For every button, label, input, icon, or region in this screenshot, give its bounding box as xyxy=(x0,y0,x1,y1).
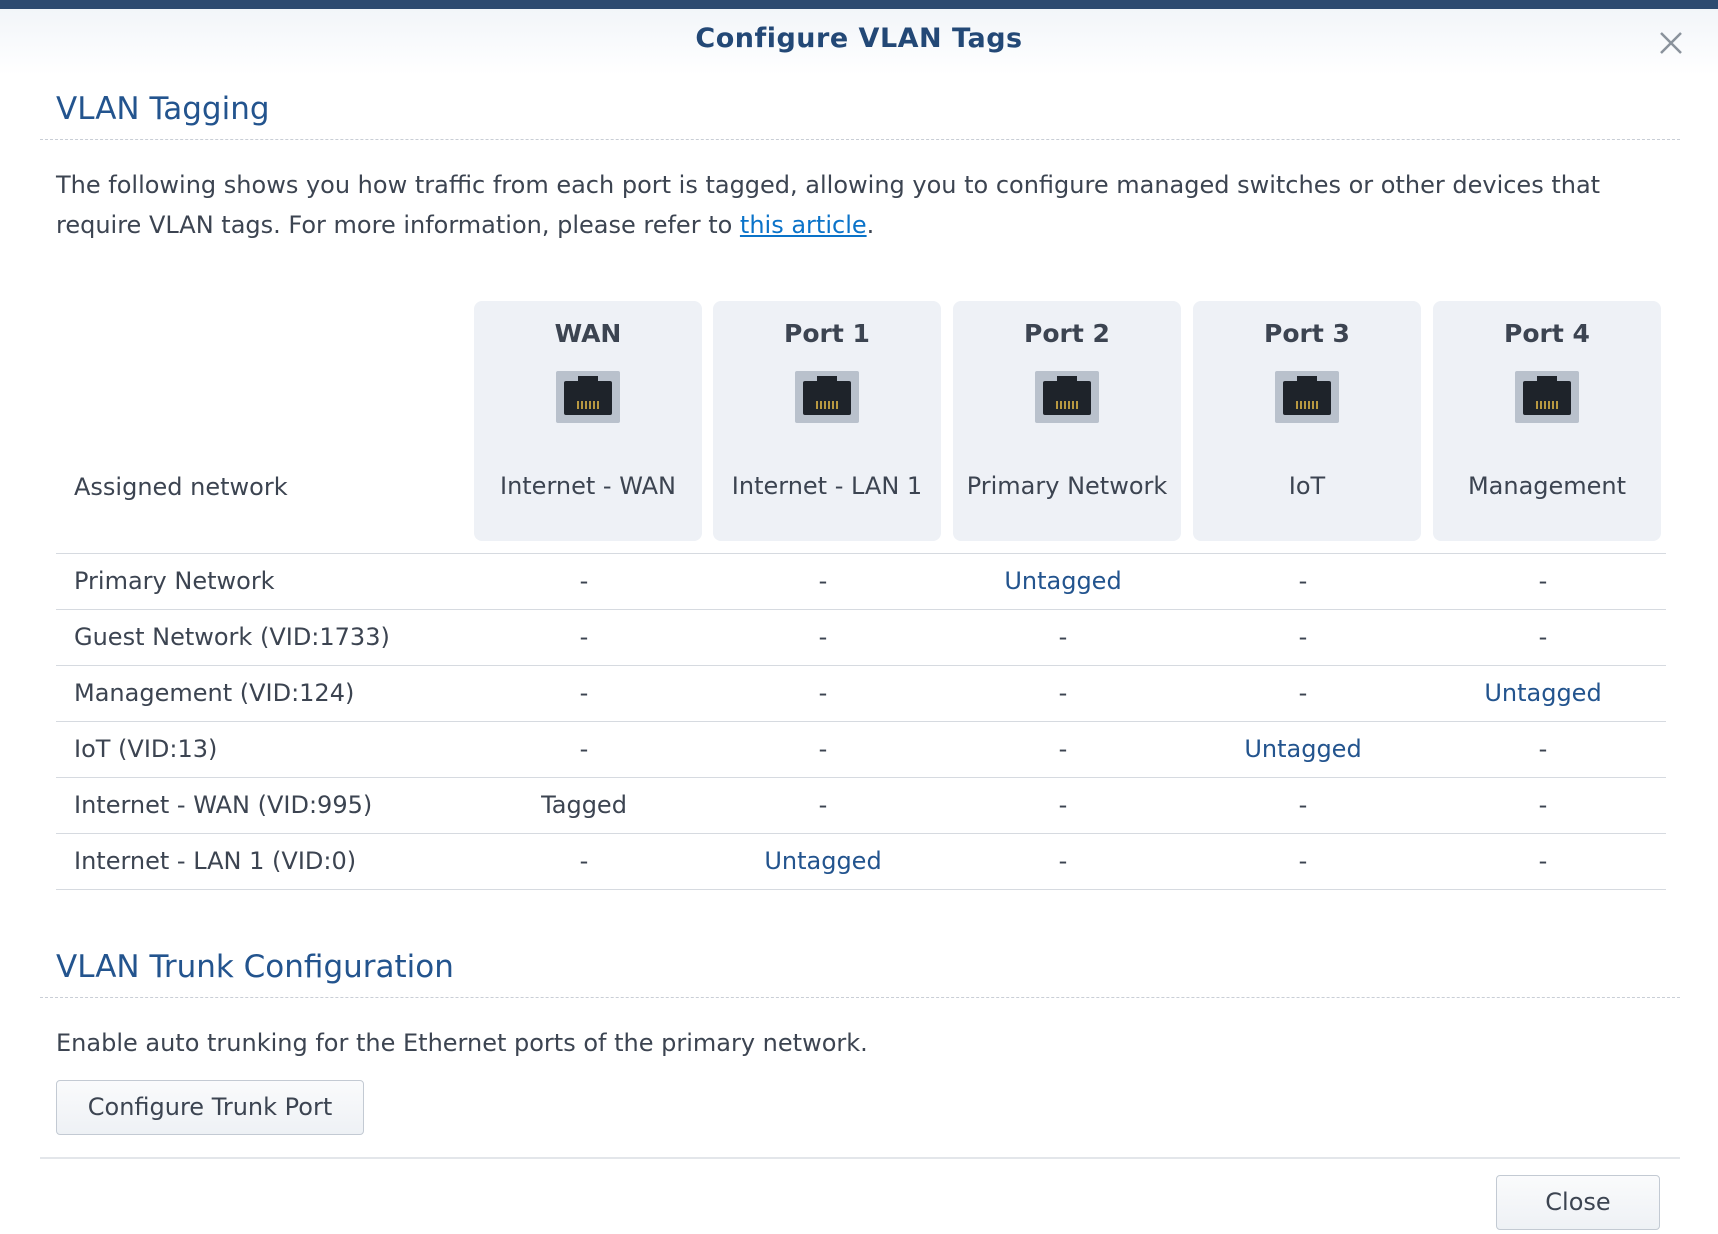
tag-cell: - xyxy=(1298,679,1308,707)
ethernet-port-icon xyxy=(795,371,859,423)
dialog-title: Configure VLAN Tags xyxy=(695,23,1023,54)
this-article-link[interactable]: this article xyxy=(740,211,867,239)
row-network-name: Guest Network (VID:1733) xyxy=(74,623,390,651)
port-card: Port 2 Primary Network xyxy=(953,301,1181,541)
tag-cell: - xyxy=(579,847,589,875)
port-assigned-network: Internet - WAN xyxy=(484,441,692,531)
port-card: Port 1 Internet - LAN 1 xyxy=(713,301,941,541)
tag-cell: Untagged xyxy=(1004,567,1122,595)
ethernet-port-icon xyxy=(556,371,620,423)
assigned-network-label: Assigned network xyxy=(74,473,288,501)
table-row: IoT (VID:13) - - - Untagged - xyxy=(56,722,1666,778)
vlan-tag-table: Primary Network - - Untagged - - Guest Network… xyxy=(56,553,1666,890)
section-divider xyxy=(40,139,1680,140)
tag-cell: - xyxy=(1298,791,1308,819)
port-network-label: Internet - WAN xyxy=(499,472,676,500)
port-card: Port 4 Management xyxy=(1433,301,1661,541)
configure-vlan-tags-dialog: Configure VLAN Tags VLAN Tagging The fol… xyxy=(0,0,1718,1234)
row-network-name: Internet - WAN (VID:995) xyxy=(74,791,373,819)
tag-cell: - xyxy=(1538,735,1548,763)
port-network-label: Management xyxy=(1467,472,1627,500)
trunk-description: Enable auto trunking for the Ethernet po… xyxy=(56,1029,868,1057)
port-name: Port 4 xyxy=(1504,319,1590,348)
port-assigned-network: Internet - LAN 1 xyxy=(723,441,931,531)
tag-cell: - xyxy=(818,735,828,763)
tag-cell: - xyxy=(1058,847,1068,875)
tag-cell: - xyxy=(579,735,589,763)
row-network-name: Management (VID:124) xyxy=(74,679,355,707)
tag-cell: - xyxy=(1538,623,1548,651)
tagging-description-suffix: . xyxy=(866,211,875,239)
port-assigned-network: IoT xyxy=(1203,441,1411,531)
port-network-label: Primary Network xyxy=(966,472,1168,500)
tag-cell: Untagged xyxy=(1244,735,1362,763)
tag-cell: - xyxy=(1298,623,1308,651)
port-network-label: IoT xyxy=(1288,472,1326,500)
tag-cell: - xyxy=(1298,847,1308,875)
tag-cell: Untagged xyxy=(1484,679,1602,707)
row-network-name: Internet - LAN 1 (VID:0) xyxy=(74,847,357,875)
tag-cell: - xyxy=(579,679,589,707)
section-divider xyxy=(40,997,1680,998)
port-network-label: Internet - LAN 1 xyxy=(731,472,923,500)
table-row: Management (VID:124) - - - - Untagged xyxy=(56,666,1666,722)
tag-cell: - xyxy=(818,679,828,707)
port-assigned-network: Management xyxy=(1443,441,1651,531)
ethernet-port-icon xyxy=(1275,371,1339,423)
tag-cell: - xyxy=(1058,623,1068,651)
configure-trunk-port-button[interactable]: Configure Trunk Port xyxy=(56,1080,364,1135)
port-name: Port 3 xyxy=(1264,319,1350,348)
table-row: Internet - WAN (VID:995) Tagged - - - - xyxy=(56,778,1666,834)
tag-cell: - xyxy=(579,623,589,651)
tag-cell: - xyxy=(1538,567,1548,595)
row-network-name: Primary Network xyxy=(74,567,275,595)
port-assigned-network: Primary Network xyxy=(963,441,1171,531)
port-name: Port 2 xyxy=(1024,319,1110,348)
tag-cell: - xyxy=(1538,847,1548,875)
tag-cell: Untagged xyxy=(764,847,882,875)
tag-cell: - xyxy=(818,567,828,595)
tag-cell: - xyxy=(1058,791,1068,819)
table-row: Guest Network (VID:1733) - - - - - xyxy=(56,610,1666,666)
footer-divider xyxy=(40,1157,1680,1159)
port-name: Port 1 xyxy=(784,319,870,348)
tag-cell: - xyxy=(1058,735,1068,763)
close-icon[interactable] xyxy=(1655,27,1687,59)
tagging-description: The following shows you how traffic from… xyxy=(56,165,1656,245)
table-row: Primary Network - - Untagged - - xyxy=(56,554,1666,610)
vlan-tagging-heading: VLAN Tagging xyxy=(56,91,270,127)
tag-cell: Tagged xyxy=(541,791,627,819)
close-button[interactable]: Close xyxy=(1496,1175,1660,1230)
tag-cell: - xyxy=(1538,791,1548,819)
port-card: Port 3 IoT xyxy=(1193,301,1421,541)
dialog-titlebar: Configure VLAN Tags xyxy=(0,9,1718,75)
row-network-name: IoT (VID:13) xyxy=(74,735,218,763)
tag-cell: - xyxy=(818,791,828,819)
tag-cell: - xyxy=(1298,567,1308,595)
table-row: Internet - LAN 1 (VID:0) - Untagged - - - xyxy=(56,834,1666,890)
ethernet-port-icon xyxy=(1515,371,1579,423)
tag-cell: - xyxy=(579,567,589,595)
ethernet-port-icon xyxy=(1035,371,1099,423)
port-name: WAN xyxy=(554,319,622,348)
port-card: WAN Internet - WAN xyxy=(474,301,702,541)
vlan-trunk-heading: VLAN Trunk Configuration xyxy=(56,949,454,985)
tag-cell: - xyxy=(1058,679,1068,707)
tag-cell: - xyxy=(818,623,828,651)
